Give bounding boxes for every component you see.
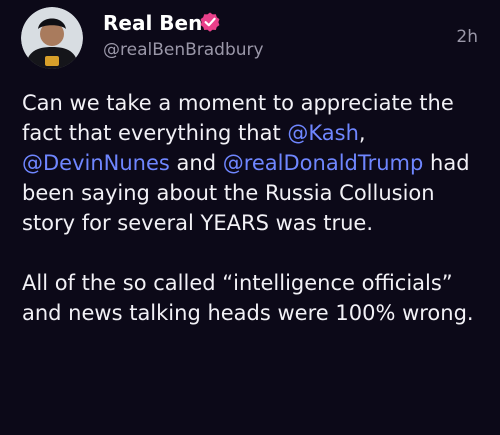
post-card: Real Ben @realBenBradbury 2h Can we take… bbox=[0, 0, 500, 435]
post-text: and bbox=[169, 151, 223, 175]
post-body: Can we take a moment to appreciate the f… bbox=[22, 88, 484, 328]
author-handle[interactable]: @realBenBradbury bbox=[103, 40, 264, 60]
post-paragraph-2: All of the so called “intelligence offic… bbox=[22, 271, 474, 325]
mention-link-devinnunes[interactable]: @DevinNunes bbox=[22, 151, 170, 175]
author-display-name[interactable]: Real Ben bbox=[103, 11, 202, 35]
verified-badge-icon bbox=[198, 10, 222, 34]
mention-link-realdonaldtrump[interactable]: @realDonaldTrump bbox=[223, 151, 424, 175]
post-text: , bbox=[358, 121, 366, 145]
post-timestamp: 2h bbox=[456, 27, 478, 47]
avatar[interactable] bbox=[21, 7, 83, 69]
post-text: Can we take a moment to appreciate the f… bbox=[22, 91, 454, 145]
post-paragraph-1: Can we take a moment to appreciate the f… bbox=[22, 88, 484, 238]
mention-link-kash[interactable]: @Kash bbox=[287, 121, 359, 145]
